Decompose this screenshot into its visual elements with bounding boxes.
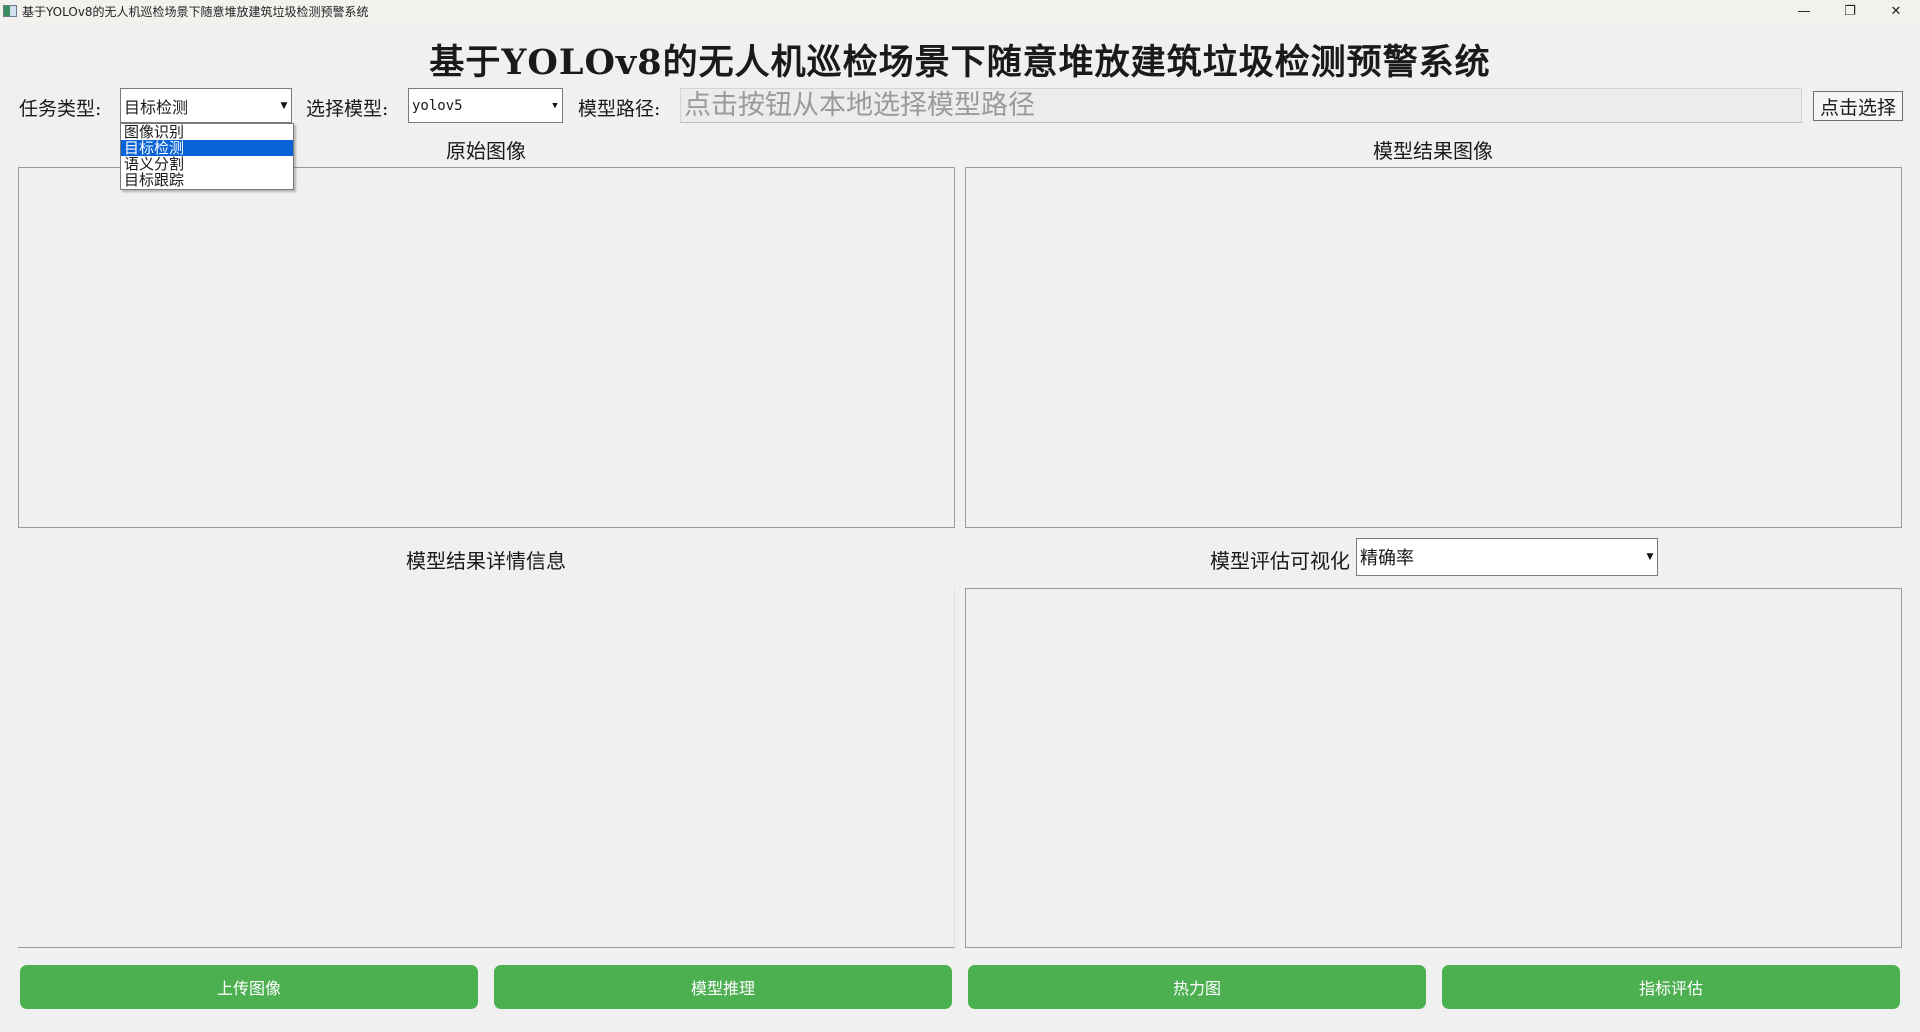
restore-button[interactable]: ❐	[1827, 0, 1873, 22]
evaluation-label: 模型评估可视化	[1210, 549, 1350, 573]
model-path-input[interactable]: 点击按钮从本地选择模型路径	[680, 88, 1802, 123]
result-image-panel	[965, 167, 1902, 528]
result-details-panel[interactable]	[18, 588, 955, 948]
result-details-label: 模型结果详情信息	[406, 549, 566, 573]
restore-icon: ❐	[1844, 3, 1856, 19]
heatmap-button[interactable]: 热力图	[968, 965, 1426, 1009]
app-icon	[3, 5, 17, 17]
evaluation-chart-panel	[965, 588, 1902, 948]
result-image-label: 模型结果图像	[1373, 139, 1493, 163]
window-title: 基于YOLOv8的无人机巡检场景下随意堆放建筑垃圾检测预警系统	[22, 5, 369, 19]
model-label: 选择模型:	[306, 98, 389, 120]
chevron-down-icon: ▼	[1646, 552, 1654, 562]
chevron-down-icon: ▼	[552, 100, 558, 111]
minimize-icon: —	[1797, 3, 1811, 19]
dropdown-option-image-recognition[interactable]: 图像识别	[121, 124, 293, 140]
task-type-value: 目标检测	[124, 97, 189, 117]
original-image-panel	[18, 167, 955, 528]
task-type-select[interactable]: 目标检测 ▼	[120, 88, 292, 123]
choose-path-button[interactable]: 点击选择	[1813, 91, 1903, 121]
minimize-button[interactable]: —	[1781, 0, 1827, 22]
metrics-evaluation-button[interactable]: 指标评估	[1442, 965, 1900, 1009]
model-value: yolov5	[412, 97, 463, 114]
dropdown-option-semantic-segmentation[interactable]: 语义分割	[121, 156, 293, 172]
model-select[interactable]: yolov5 ▼	[408, 88, 563, 123]
close-button[interactable]: ✕	[1873, 0, 1919, 22]
model-path-label: 模型路径:	[578, 98, 661, 120]
page-title: 基于YOLOv8的无人机巡检场景下随意堆放建筑垃圾检测预警系统	[429, 42, 1491, 83]
dropdown-option-object-tracking[interactable]: 目标跟踪	[121, 172, 293, 188]
evaluation-value: 精确率	[1360, 548, 1414, 569]
model-inference-button[interactable]: 模型推理	[494, 965, 952, 1009]
upload-image-button[interactable]: 上传图像	[20, 965, 478, 1009]
close-icon: ✕	[1890, 3, 1902, 19]
chevron-down-icon: ▼	[280, 100, 288, 111]
task-type-dropdown-list: 图像识别 目标检测 语义分割 目标跟踪	[120, 123, 294, 190]
dropdown-option-object-detection[interactable]: 目标检测	[121, 140, 293, 156]
evaluation-select[interactable]: 精确率 ▼	[1356, 538, 1658, 576]
task-type-label: 任务类型:	[19, 98, 102, 120]
